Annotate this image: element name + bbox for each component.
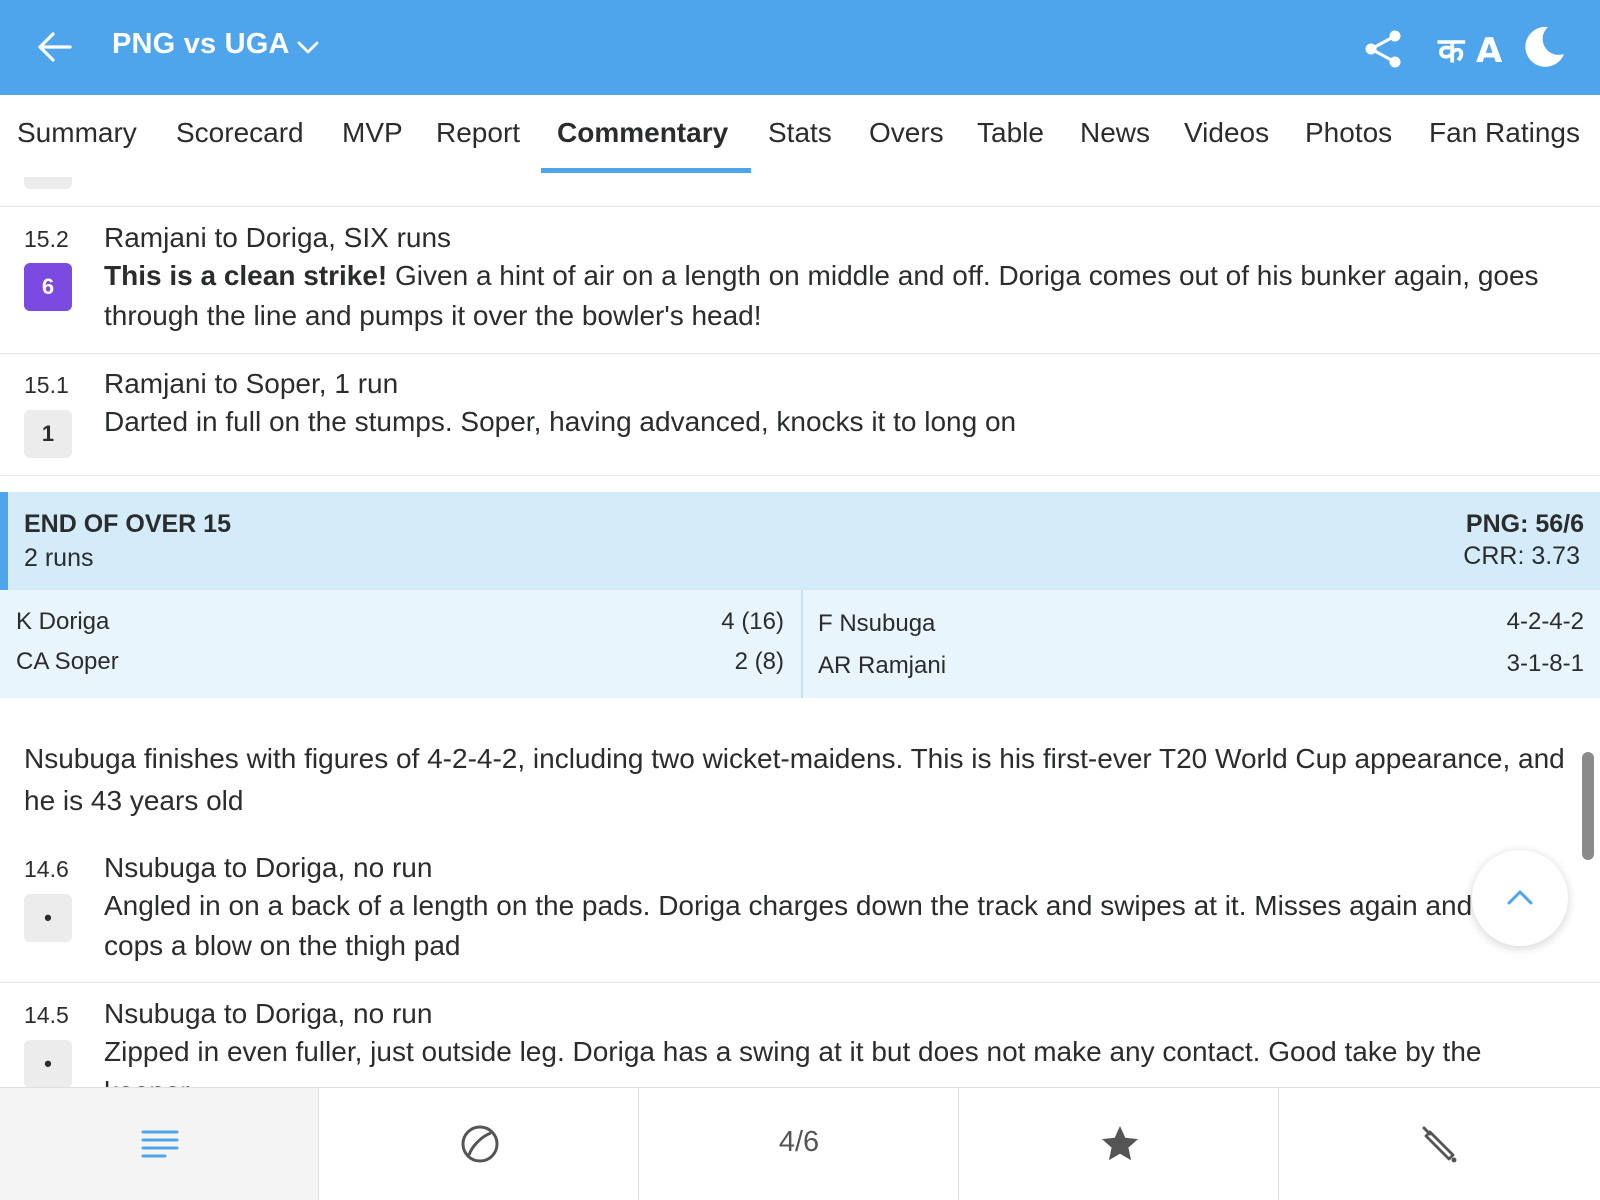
batter-name: K Doriga xyxy=(16,608,110,635)
batter-score: 4 (16) xyxy=(721,608,784,635)
over-number: 15.2 xyxy=(24,226,69,252)
bottom-toolbar: 4/6 xyxy=(0,1087,1600,1200)
batter-name: CA Soper xyxy=(16,648,119,675)
commentary-note: Nsubuga finishes with figures of 4-2-4-2… xyxy=(24,743,1565,816)
match-title[interactable]: PNG vs UGA xyxy=(112,28,290,61)
app-header: PNG vs UGA क A xyxy=(0,0,1600,95)
bowler-name: F Nsubuga xyxy=(818,610,936,637)
scrollbar-thumb[interactable] xyxy=(1582,752,1594,860)
divider xyxy=(0,475,1600,476)
ball-title: Nsubuga to Doriga, no run xyxy=(104,998,433,1029)
batting-filter-button[interactable] xyxy=(1280,1088,1600,1200)
highlights-button[interactable] xyxy=(960,1088,1279,1200)
current-run-rate: CRR: 3.73 xyxy=(1463,542,1580,570)
over-runs: 2 runs xyxy=(24,544,94,572)
over-number: 14.6 xyxy=(24,856,69,882)
ball-title: Ramjani to Doriga, SIX runs xyxy=(104,222,452,253)
divider xyxy=(0,353,1600,354)
commentary-highlight: This is a clean strike! xyxy=(104,260,388,291)
over-number: 15.1 xyxy=(24,372,69,398)
chevron-up-icon xyxy=(1507,890,1533,905)
bowler-figures: 3-1-8-1 xyxy=(1506,650,1584,677)
bowler-name: AR Ramjani xyxy=(818,652,947,679)
over-players-summary: K Doriga CA Soper 4 (16) 2 (8) F Nsubuga… xyxy=(0,590,1600,698)
commentary-list-button[interactable] xyxy=(0,1088,319,1200)
ball-commentary: Darted in full on the stumps. Soper, hav… xyxy=(104,406,1017,437)
column-divider xyxy=(801,590,803,698)
innings-counter: 4/6 xyxy=(778,1126,820,1158)
tab-bar: Summary Scorecard MVP Report Commentary … xyxy=(0,95,1600,175)
bowler-figures: 4-2-4-2 xyxy=(1506,608,1584,635)
back-arrow-icon[interactable] xyxy=(34,26,76,68)
share-icon[interactable] xyxy=(1362,28,1404,70)
innings-selector[interactable]: 4/6 xyxy=(640,1088,959,1200)
ball-commentary: Angled in on a back of a length on the p… xyxy=(104,890,1473,961)
tab-report[interactable]: Report xyxy=(436,117,520,149)
tab-overs[interactable]: Overs xyxy=(869,117,944,149)
ball-badge-dot: • xyxy=(24,1040,72,1088)
end-of-over-title: END OF OVER 15 xyxy=(24,510,231,538)
ball-badge: 1 xyxy=(24,410,72,458)
tab-summary[interactable]: Summary xyxy=(17,117,137,149)
ball-commentary: This is a clean strike! Given a hint of … xyxy=(104,256,1564,336)
end-of-over-summary: END OF OVER 15 2 runs PNG: 56/6 CRR: 3.7… xyxy=(0,492,1600,590)
tab-mvp[interactable]: MVP xyxy=(342,117,403,149)
tab-stats[interactable]: Stats xyxy=(768,117,832,149)
divider xyxy=(0,982,1600,983)
ball-title: Nsubuga to Doriga, no run xyxy=(104,852,433,883)
tab-scorecard[interactable]: Scorecard xyxy=(176,117,304,149)
ball-filter-button[interactable] xyxy=(320,1088,639,1200)
tab-fan-ratings[interactable]: Fan Ratings xyxy=(1429,117,1580,149)
team-score: PNG: 56/6 xyxy=(1465,510,1584,538)
active-tab-indicator xyxy=(541,168,751,173)
ball-title: Ramjani to Soper, 1 run xyxy=(104,368,399,399)
list-icon xyxy=(141,1130,179,1158)
over-number: 14.5 xyxy=(24,1002,69,1028)
chevron-down-icon[interactable] xyxy=(296,36,320,60)
moon-icon[interactable] xyxy=(1522,24,1566,68)
tab-commentary[interactable]: Commentary xyxy=(557,117,728,149)
tab-photos[interactable]: Photos xyxy=(1305,117,1392,149)
batter-score: 2 (8) xyxy=(734,648,784,675)
ball-badge-dot: • xyxy=(24,894,72,942)
language-toggle-icon[interactable]: क A xyxy=(1438,26,1502,72)
tab-videos[interactable]: Videos xyxy=(1184,117,1269,149)
star-icon xyxy=(1102,1126,1138,1161)
ball-badge-six: 6 xyxy=(24,263,72,311)
scroll-to-top-button[interactable] xyxy=(1472,850,1568,946)
divider xyxy=(0,206,1600,207)
bat-icon xyxy=(1422,1126,1457,1163)
tab-news[interactable]: News xyxy=(1080,117,1150,149)
ball-icon xyxy=(461,1125,499,1163)
tab-table[interactable]: Table xyxy=(977,117,1044,149)
ball-badge xyxy=(24,177,72,189)
